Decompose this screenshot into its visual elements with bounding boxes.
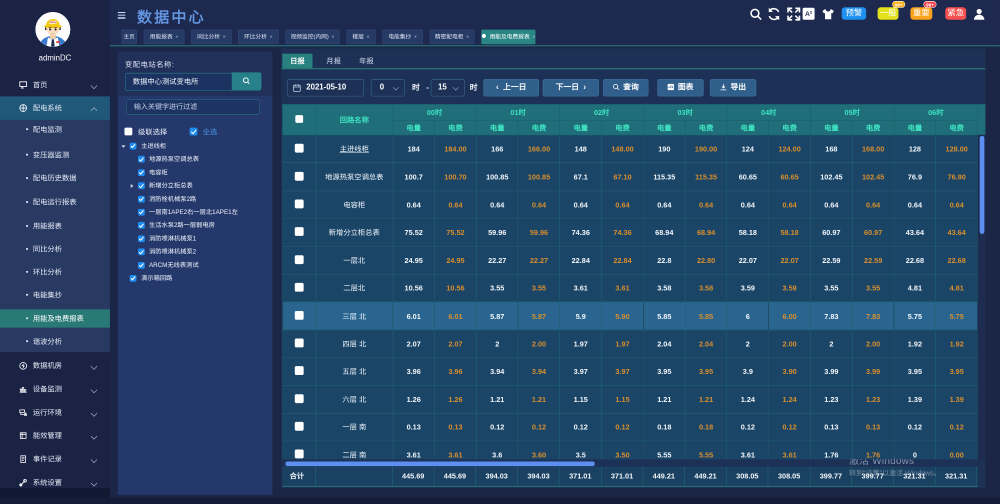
svg-text:Safety: Safety: [49, 21, 57, 24]
